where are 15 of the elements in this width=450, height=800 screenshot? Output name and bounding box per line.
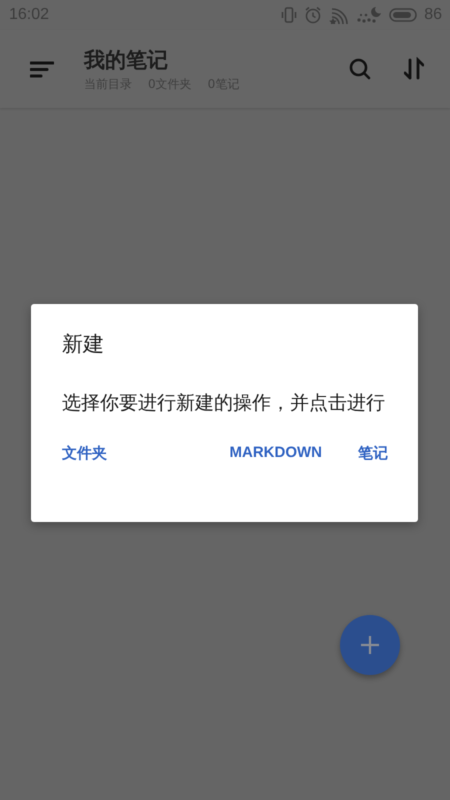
alarm-icon	[304, 6, 322, 24]
dialog-button[interactable]: MARKDOWN	[230, 444, 322, 463]
night-stars-icon	[356, 6, 382, 24]
dialog-button[interactable]: 笔记	[358, 444, 388, 463]
battery-icon	[389, 8, 418, 22]
vibrate-icon	[281, 6, 298, 24]
sort-icon	[404, 57, 424, 81]
plus-icon	[360, 635, 380, 655]
search-icon	[349, 58, 371, 80]
wifi-icon	[329, 6, 350, 24]
dialog-message: 选择你要进行新建的操作，并点击进行	[62, 391, 386, 416]
app-title: 我的笔记	[84, 46, 169, 74]
dialog-button[interactable]: 文件夹	[62, 444, 107, 463]
menu-icon	[30, 60, 54, 78]
dialog-title: 新建	[62, 331, 105, 358]
